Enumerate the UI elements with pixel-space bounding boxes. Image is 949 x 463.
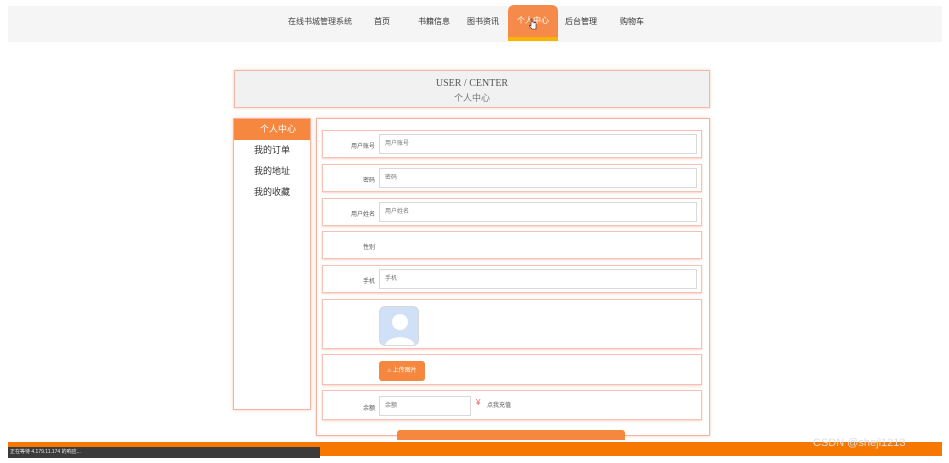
form-row-upload: ⌂ 上传图片 [322, 354, 702, 385]
balance-label: 余额 [362, 406, 375, 412]
balance-input[interactable] [379, 396, 471, 416]
upload-button-label: 上传图片 [392, 368, 417, 374]
recharge-icon: ¥ [476, 398, 481, 407]
gender-label: 性别 [362, 245, 375, 251]
form-row-avatar [322, 299, 702, 349]
password-label: 密码 [362, 178, 375, 184]
submit-button[interactable] [397, 430, 625, 440]
phone-input[interactable] [379, 269, 697, 289]
avatar-placeholder-icon [380, 307, 418, 345]
upload-image-button[interactable]: ⌂ 上传图片 [379, 361, 425, 381]
form-row-gender[interactable]: 性别 [322, 231, 702, 259]
header-title-en: USER / CENTER [435, 78, 509, 89]
sidebar-item-orders[interactable]: 我的订单 [234, 140, 310, 161]
browser-page: 在线书城管理系统 首页 书籍信息 图书资讯 个人中心 后台管理 购物车 USER… [0, 0, 949, 463]
sidebar-item-user-center[interactable]: 个人中心 [234, 119, 310, 140]
avatar [379, 306, 419, 346]
user-sidebar: 个人中心 我的订单 我的地址 我的收藏 [233, 118, 311, 410]
form-row-phone: 手机 [322, 265, 702, 293]
recharge-link[interactable]: 点我充值 [487, 400, 511, 409]
form-row-name: 用户姓名 [322, 198, 702, 226]
nav-home[interactable]: 首页 [374, 16, 390, 27]
phone-label: 手机 [362, 279, 375, 285]
browser-status-bar: 正在等待 4.179.11.174 的响应... [8, 447, 320, 458]
name-input[interactable] [379, 202, 697, 222]
sidebar-item-address[interactable]: 我的地址 [234, 161, 310, 182]
hand-cursor-icon [529, 18, 537, 30]
form-row-password: 密码 [322, 164, 702, 192]
nav-cart[interactable]: 购物车 [620, 16, 644, 27]
profile-form: 用户账号 密码 用户姓名 性别 手机 [316, 118, 710, 436]
nav-books[interactable]: 书籍信息 [418, 16, 450, 27]
nav-admin[interactable]: 后台管理 [565, 16, 597, 27]
name-label: 用户姓名 [350, 212, 375, 218]
header-title-zh: 个人中心 [453, 93, 490, 103]
nav-news[interactable]: 图书资讯 [467, 16, 499, 27]
site-title: 在线书城管理系统 [288, 17, 352, 26]
form-row-account: 用户账号 [322, 130, 702, 158]
account-label: 用户账号 [350, 144, 375, 150]
sidebar-item-favorites[interactable]: 我的收藏 [234, 182, 310, 203]
watermark: CSDN @shejl1213 [813, 437, 906, 449]
user-center-header: USER / CENTER 个人中心 [234, 70, 710, 108]
account-input[interactable] [379, 134, 697, 154]
password-input[interactable] [379, 168, 697, 188]
form-row-balance: 余额 ¥ 点我充值 [322, 390, 702, 420]
